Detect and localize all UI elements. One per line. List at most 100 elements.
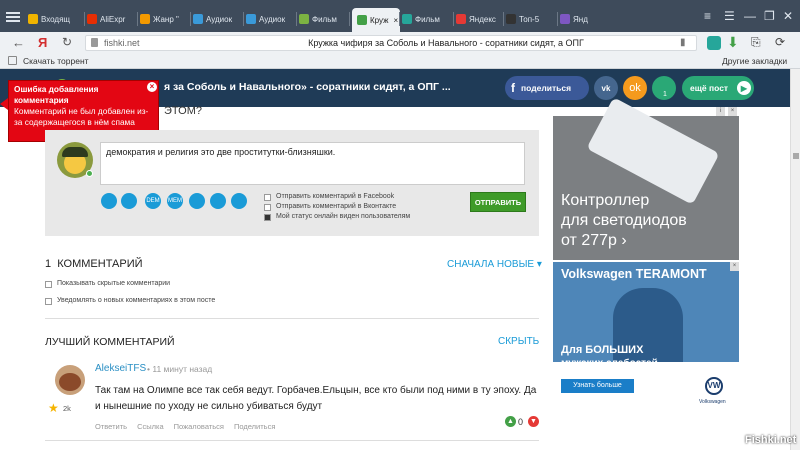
tab-label: AliExpr: [100, 14, 126, 24]
extension-icon[interactable]: ⟳: [775, 35, 785, 49]
option-label-3: Мой статус онлайн виден пользователям: [276, 213, 411, 220]
tab-2[interactable]: AliExpr: [87, 10, 137, 28]
divider: [45, 440, 539, 441]
menu-icon[interactable]: ☰: [724, 9, 735, 23]
tab-3[interactable]: Жанр ": [140, 10, 190, 28]
headphones-icon: [246, 14, 256, 24]
dem-icon[interactable]: DEM: [145, 193, 161, 209]
vk-icon[interactable]: vk: [594, 76, 618, 100]
option-checkbox-1[interactable]: [264, 194, 271, 201]
link-link[interactable]: Ссылка: [137, 422, 164, 431]
sort-dropdown[interactable]: СНАЧАЛА НОВЫЕ ▾: [447, 259, 542, 270]
tab-separator: [503, 12, 504, 26]
refresh-icon[interactable]: ↻: [62, 35, 72, 49]
author-name[interactable]: AlekseiTFS: [95, 363, 146, 374]
twitter-icon[interactable]: [210, 193, 226, 209]
back-icon[interactable]: ←: [12, 35, 25, 50]
page-scrollbar[interactable]: [790, 69, 800, 450]
bookmarks-panel-icon[interactable]: ≡: [704, 9, 711, 23]
instagram-icon[interactable]: [231, 193, 247, 209]
comment-text: Так там на Олимпе все так себя ведут. Го…: [95, 385, 537, 412]
yandex-icon: [456, 14, 466, 24]
ad-close-icon[interactable]: ×: [730, 262, 739, 271]
close-window-icon[interactable]: ✕: [783, 9, 793, 23]
tab-9[interactable]: Яндекс: [456, 10, 506, 28]
tab-8[interactable]: Фильм: [402, 10, 452, 28]
tab-10[interactable]: Топ-5: [506, 10, 556, 28]
option-label-2: Отправить комментарий в Вконтакте: [276, 203, 397, 210]
comment-time: • 11 минут назад: [147, 364, 213, 374]
error-title: Ошибка добавления комментария: [14, 84, 99, 105]
tab-label: Круж: [370, 15, 389, 25]
film-icon: [299, 14, 309, 24]
share-link[interactable]: Поделиться: [234, 422, 275, 431]
tab-separator: [190, 12, 191, 26]
hide-button[interactable]: СКРЫТЬ: [498, 336, 539, 347]
minimize-icon[interactable]: —: [744, 9, 756, 23]
tab-6[interactable]: Фильм: [299, 10, 349, 28]
smile-icon[interactable]: [189, 193, 205, 209]
vw-brand: Volkswagen: [699, 399, 726, 405]
option-label-1: Отправить комментарий в Facebook: [276, 193, 395, 200]
tab-separator: [399, 12, 400, 26]
comment-textarea[interactable]: демократия и религия это две проститутки…: [100, 142, 525, 185]
tab-label: Аудиок: [206, 14, 233, 24]
tab-4[interactable]: Аудиок: [193, 10, 243, 28]
thumbs-down-icon[interactable]: ▼: [528, 416, 539, 427]
headphones-icon: [193, 14, 203, 24]
page-icon: [8, 56, 17, 65]
tab-11[interactable]: Янд: [560, 10, 610, 28]
url-field[interactable]: fishki.net Кружка чифиря за Соболь и Нав…: [85, 35, 697, 51]
download-icon[interactable]: ⬇: [727, 34, 739, 51]
tab-separator: [84, 12, 85, 26]
ad-close-icon[interactable]: ×: [728, 107, 737, 116]
post-title: я за Соболь и Навального» - соратники си…: [164, 81, 451, 93]
next-post-button[interactable]: ещё пост ▶: [682, 76, 754, 100]
report-link[interactable]: Пожаловаться: [174, 422, 224, 431]
comment-actions: Ответить Ссылка Пожаловаться Поделиться: [95, 422, 275, 431]
mem-icon[interactable]: MEM: [167, 193, 183, 209]
bookmark-torrent[interactable]: Скачать торрент: [23, 56, 89, 66]
film-icon[interactable]: [121, 193, 137, 209]
tab-separator: [296, 12, 297, 26]
ad-info-icon[interactable]: i: [716, 107, 725, 116]
protect-icon[interactable]: [707, 36, 721, 50]
reply-link[interactable]: Ответить: [95, 422, 127, 431]
scrollbar-thumb[interactable]: [793, 153, 799, 159]
tab-label: Фильм: [415, 14, 440, 24]
tab-label: Яндекс: [469, 14, 496, 24]
ad1-text: Контроллер для светодиодов от 277р ›: [561, 192, 687, 249]
facebook-share-button[interactable]: f поделиться: [505, 76, 589, 100]
tab-1[interactable]: Входящ: [28, 10, 78, 28]
author-avatar[interactable]: [55, 365, 85, 395]
ad-volkswagen[interactable]: × Volkswagen TERAMONT Для БОЛЬШИХ мужски…: [553, 262, 739, 414]
tab-label: Входящ: [41, 14, 71, 24]
divider: [45, 318, 539, 319]
vw-logo-icon: VW: [705, 377, 723, 395]
maximize-icon[interactable]: ❐: [764, 9, 775, 23]
camera-icon[interactable]: [101, 193, 117, 209]
notify-checkbox[interactable]: [45, 298, 52, 305]
yandex-home-button[interactable]: Я: [38, 35, 47, 50]
ad2-line2: мужских слабостей: [561, 358, 658, 369]
learn-more-button[interactable]: Узнать больше: [561, 379, 634, 393]
bookmark-icon[interactable]: ▮: [680, 37, 686, 48]
odnoklassniki-icon[interactable]: ok: [623, 76, 647, 100]
thumbs-up-icon[interactable]: ▲: [505, 416, 516, 427]
bookmarks-bar: Скачать торрент Другие закладки: [0, 54, 800, 69]
tab-7[interactable]: Круж ×: [352, 8, 400, 32]
option-checkbox-2[interactable]: [264, 204, 271, 211]
address-bar: ← Я ↻ fishki.net Кружка чифиря за Соболь…: [0, 32, 800, 54]
next-post-label: ещё пост: [690, 83, 729, 93]
close-icon[interactable]: ×: [147, 82, 157, 92]
close-tab-icon[interactable]: ×: [393, 16, 398, 25]
option-checkbox-3[interactable]: [264, 214, 271, 221]
tab-5[interactable]: Аудиок: [246, 10, 296, 28]
other-bookmarks[interactable]: Другие закладки: [722, 56, 787, 66]
ad-led-controller[interactable]: Контроллер для светодиодов от 277р ›: [553, 97, 739, 260]
show-hidden-checkbox[interactable]: [45, 281, 52, 288]
lock-icon: [91, 38, 98, 47]
submit-button[interactable]: ОТПРАВИТЬ: [470, 192, 526, 212]
downloads-list-icon[interactable]: ⎘: [751, 35, 761, 50]
tab-list-icon[interactable]: [6, 11, 20, 23]
